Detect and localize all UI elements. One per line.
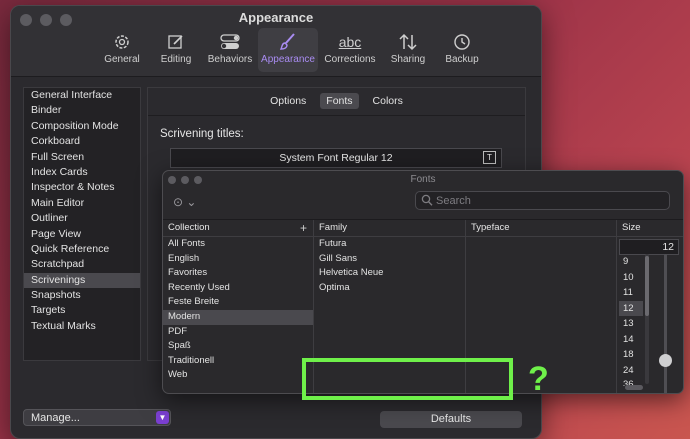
toolbar-label: General — [104, 54, 140, 65]
tab-fonts[interactable]: Fonts — [320, 93, 359, 109]
clock-backup-icon — [452, 30, 472, 54]
collection-item[interactable]: All Fonts — [163, 237, 313, 252]
size-item-selected[interactable]: 12 — [619, 300, 643, 316]
scrivening-titles-font-field[interactable]: System Font Regular 12 T — [170, 148, 502, 168]
title-bar: Appearance General Editing Behaviors App… — [11, 6, 541, 77]
sidebar-item-full-screen[interactable]: Full Screen — [24, 150, 140, 165]
sidebar-item-inspector-notes[interactable]: Inspector & Notes — [24, 180, 140, 195]
sidebar-item-general-interface[interactable]: General Interface — [24, 88, 140, 103]
size-slider[interactable] — [664, 254, 667, 393]
preferences-toolbar: General Editing Behaviors Appearance abc… — [96, 28, 488, 74]
toolbar-label: Corrections — [324, 54, 376, 65]
sidebar-item-corkboard[interactable]: Corkboard — [24, 134, 140, 149]
toolbar-label: Editing — [160, 54, 192, 65]
size-list: 9 10 11 12 13 14 18 24 36 — [619, 254, 643, 386]
up-down-arrows-icon — [397, 30, 419, 54]
size-header: Size — [617, 220, 683, 237]
add-collection-button[interactable]: + — [300, 220, 307, 236]
sidebar-item-quick-reference[interactable]: Quick Reference — [24, 242, 140, 257]
family-header: Family — [314, 220, 465, 237]
manage-label: Manage... — [31, 412, 80, 424]
toolbar-label: Appearance — [261, 54, 315, 65]
size-item[interactable]: 11 — [619, 285, 643, 301]
size-item[interactable]: 14 — [619, 332, 643, 348]
size-scroll-thumb[interactable] — [645, 256, 649, 316]
size-item[interactable]: 18 — [619, 347, 643, 363]
sidebar-item-textual-marks[interactable]: Textual Marks — [24, 319, 140, 334]
typeface-header: Typeface — [466, 220, 616, 237]
toolbar-behaviors[interactable]: Behaviors — [204, 28, 256, 72]
toggles-icon — [219, 30, 241, 54]
font-picker-icon[interactable]: T — [483, 151, 496, 164]
font-search-input[interactable]: Search — [415, 191, 670, 210]
collection-column: Collection + All Fonts English Favorites… — [163, 220, 314, 393]
sidebar-item-binder[interactable]: Binder — [24, 103, 140, 118]
collection-item[interactable]: Favorites — [163, 266, 313, 281]
size-column: Size 12 9 10 11 12 13 14 18 24 36 — [617, 220, 683, 393]
manage-popup-button[interactable]: Manage... ▼ — [23, 409, 171, 426]
pane-tabs: Options Fonts Colors — [148, 93, 525, 109]
collection-item-selected[interactable]: Modern — [163, 309, 313, 325]
sidebar-item-index-cards[interactable]: Index Cards — [24, 165, 140, 180]
action-menu-icon[interactable]: ⊙ ⌄ — [173, 195, 196, 209]
gear-icon — [112, 30, 132, 54]
toolbar-label: Backup — [445, 54, 479, 65]
pencil-square-icon — [166, 30, 186, 54]
sidebar-item-targets[interactable]: Targets — [24, 303, 140, 318]
collection-item[interactable]: English — [163, 252, 313, 267]
family-item[interactable]: Futura — [314, 237, 465, 252]
size-input[interactable]: 12 — [619, 239, 679, 255]
window-title: Appearance — [238, 10, 314, 25]
sidebar-item-outliner[interactable]: Outliner — [24, 211, 140, 226]
family-item[interactable]: Gill Sans — [314, 252, 465, 267]
section-label: Scrivening titles: — [160, 128, 244, 140]
tab-divider — [148, 115, 525, 116]
toolbar-editing[interactable]: Editing — [150, 28, 202, 72]
sidebar-item-scratchpad[interactable]: Scratchpad — [24, 257, 140, 272]
sidebar-item-scrivenings[interactable]: Scrivenings — [24, 272, 140, 289]
collection-item[interactable]: Traditionell — [163, 354, 313, 369]
sidebar-item-snapshots[interactable]: Snapshots — [24, 288, 140, 303]
family-item[interactable]: Helvetica Neue — [314, 266, 465, 281]
sidebar-item-page-view[interactable]: Page View — [24, 227, 140, 242]
search-placeholder: Search — [436, 195, 471, 207]
size-item[interactable]: 9 — [619, 254, 643, 270]
toolbar-sharing[interactable]: Sharing — [382, 28, 434, 72]
fonts-panel-title: Fonts — [410, 174, 436, 185]
paintbrush-icon — [278, 30, 298, 54]
collection-item[interactable]: PDF — [163, 325, 313, 340]
horizontal-scrollbar[interactable] — [625, 385, 643, 390]
category-list: General Interface Binder Composition Mod… — [23, 87, 141, 361]
toolbar-label: Sharing — [390, 54, 426, 65]
sidebar-item-composition-mode[interactable]: Composition Mode — [24, 119, 140, 134]
toolbar-label: Behaviors — [207, 54, 253, 65]
toolbar-appearance[interactable]: Appearance — [258, 28, 318, 72]
collection-item[interactable]: Spaß — [163, 339, 313, 354]
tab-options[interactable]: Options — [264, 93, 312, 109]
toolbar-backup[interactable]: Backup — [436, 28, 488, 72]
family-item[interactable]: Optima — [314, 281, 465, 296]
toolbar-general[interactable]: General — [96, 28, 148, 72]
font-value: System Font Regular 12 — [279, 152, 393, 164]
defaults-button[interactable]: Defaults — [380, 411, 522, 428]
tab-colors[interactable]: Colors — [367, 93, 409, 109]
highlight-annotation-box — [302, 358, 513, 400]
collection-item[interactable]: Recently Used — [163, 281, 313, 296]
chevron-down-icon: ▼ — [156, 411, 169, 424]
search-icon — [421, 193, 433, 214]
collection-item[interactable]: Feste Breite — [163, 295, 313, 310]
sidebar-item-main-editor[interactable]: Main Editor — [24, 196, 140, 211]
size-item[interactable]: 10 — [619, 270, 643, 286]
size-item[interactable]: 13 — [619, 316, 643, 332]
size-slider-knob[interactable] — [659, 354, 672, 367]
collection-item[interactable]: Web — [163, 368, 313, 383]
abc-icon: abc — [338, 34, 362, 50]
collection-header: Collection + — [163, 220, 313, 237]
size-item[interactable]: 24 — [619, 363, 643, 379]
question-mark-annotation: ? — [528, 360, 549, 398]
toolbar-corrections[interactable]: abc Corrections — [320, 28, 380, 72]
